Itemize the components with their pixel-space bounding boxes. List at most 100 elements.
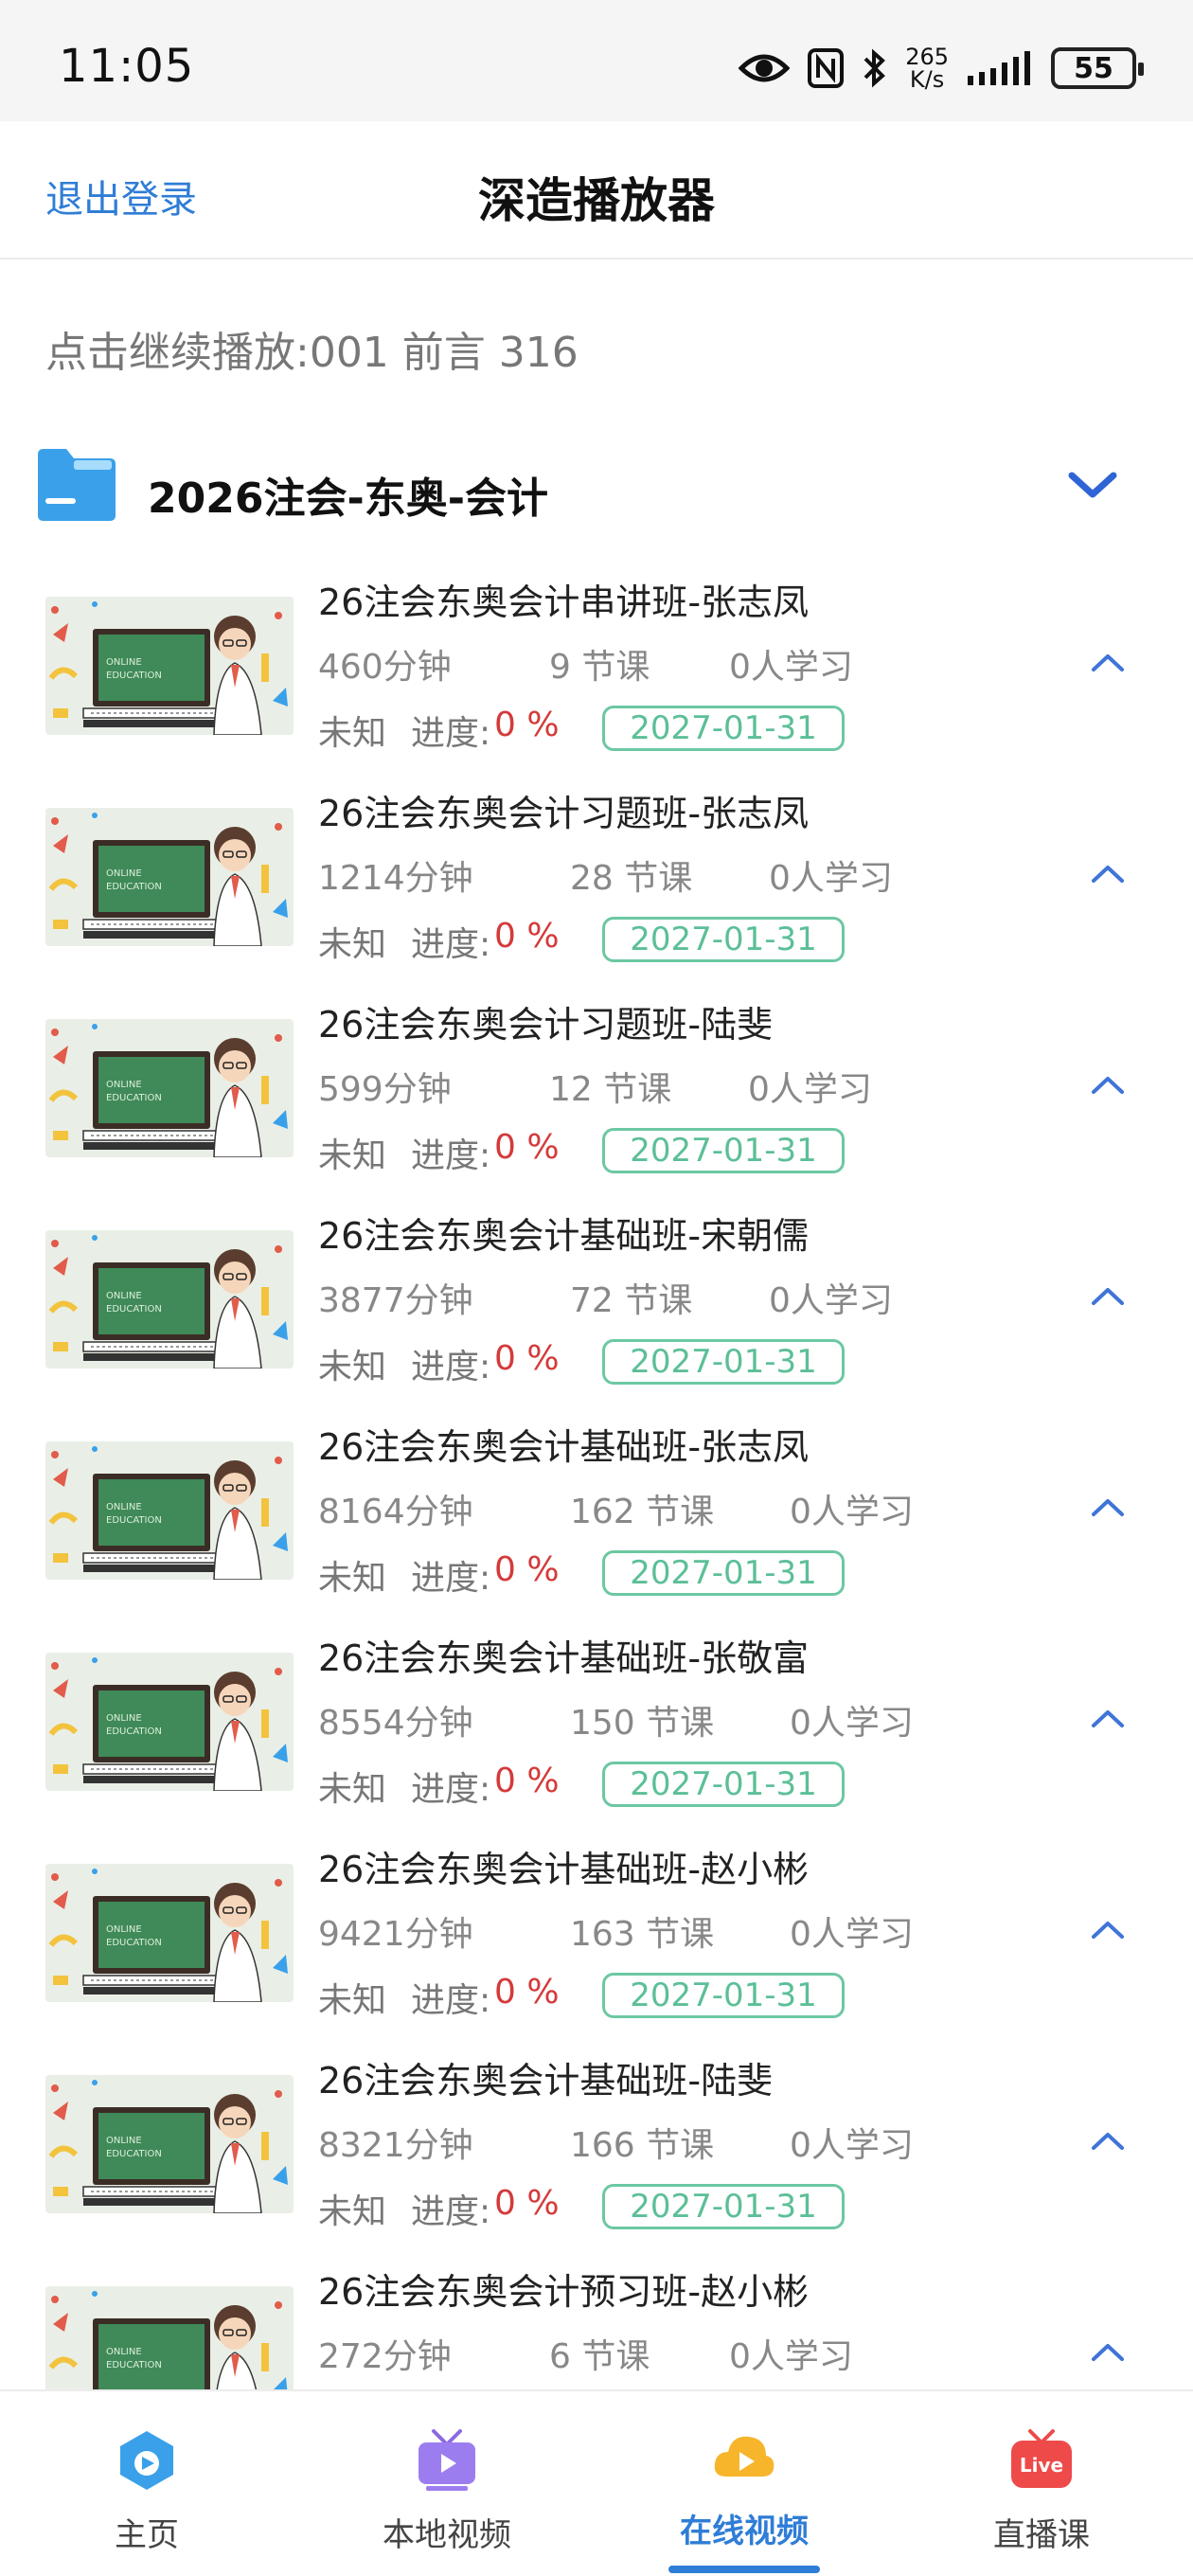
nav-online-video[interactable]: 在线视频 <box>626 2429 863 2551</box>
course-item[interactable]: ONLINE EDUCATION 26注会东奥会计串讲班-张志凤 460分钟 9 节… <box>0 564 1193 775</box>
course-progress-value: 0 % <box>494 1973 560 2012</box>
live-icon: Live <box>923 2429 1160 2496</box>
nfc-icon <box>807 47 845 89</box>
course-duration: 1214分钟 <box>318 859 473 898</box>
course-title: 26注会东奥会计基础班-宋朝儒 <box>318 1215 810 1257</box>
course-student-count: 0人学习 <box>769 1281 893 1320</box>
chevron-up-icon[interactable] <box>1089 2338 1127 2369</box>
chevron-up-icon[interactable] <box>1089 2127 1127 2157</box>
nav-live[interactable]: Live 直播课 <box>923 2429 1160 2555</box>
course-progress-value: 0 % <box>494 917 560 956</box>
course-expiry-badge: 2027-01-31 <box>602 1128 845 1173</box>
course-expiry-badge: 2027-01-31 <box>602 917 845 962</box>
active-tab-indicator <box>668 2566 820 2573</box>
chevron-up-icon[interactable] <box>1089 1916 1127 1946</box>
continue-playback-link[interactable]: 点击继续播放:001 前言 316 <box>45 318 579 379</box>
course-lesson-count: 9 节课 <box>549 648 650 687</box>
course-student-count: 0人学习 <box>769 859 893 898</box>
course-item[interactable]: ONLINE EDUCATION 26注会东奥会计习题班-张志凤 1214分钟 28… <box>0 775 1193 986</box>
network-speed: 265 K/s <box>905 45 949 91</box>
course-progress-label: 进度: <box>411 714 491 753</box>
nav-home[interactable]: 主页 <box>28 2429 265 2555</box>
nav-online-video-label: 在线视频 <box>680 2513 809 2550</box>
course-title: 26注会东奥会计串讲班-张志凤 <box>318 581 810 623</box>
chevron-up-icon[interactable] <box>1089 649 1127 679</box>
course-item[interactable]: ONLINE EDUCATION 26注会东奥会计基础班-张敬富 8554分钟 15… <box>0 1619 1193 1831</box>
folder-icon <box>34 445 119 527</box>
course-lesson-count: 72 节课 <box>570 1281 693 1320</box>
course-item[interactable]: ONLINE EDUCATION 26注会东奥会计习题班-陆斐 599分钟 12 节… <box>0 986 1193 1197</box>
course-thumbnail: ONLINE EDUCATION <box>45 1230 294 1368</box>
course-thumbnail: ONLINE EDUCATION <box>45 2075 294 2213</box>
eye-icon <box>739 49 791 87</box>
course-student-count: 0人学习 <box>790 2126 914 2165</box>
chevron-up-icon[interactable] <box>1089 1071 1127 1101</box>
nav-home-label: 主页 <box>115 2516 179 2554</box>
app-header: 退出登录 深造播放器 <box>0 121 1193 259</box>
course-item[interactable]: ONLINE EDUCATION 26注会东奥会计基础班-宋朝儒 3877分钟 72… <box>0 1197 1193 1408</box>
chevron-up-icon[interactable] <box>1089 1494 1127 1524</box>
course-status: 未知 <box>318 1981 387 2020</box>
battery-level: 55 <box>1074 51 1113 85</box>
bottom-navigation: 主页 本地视频 在线视频 Live 直播课 <box>0 2389 1193 2576</box>
course-progress-label: 进度: <box>411 1981 491 2020</box>
course-lesson-count: 12 节课 <box>549 1070 672 1109</box>
course-thumbnail: ONLINE EDUCATION <box>45 1441 294 1580</box>
network-speed-value: 265 <box>905 44 949 70</box>
course-duration: 599分钟 <box>318 1070 452 1109</box>
course-student-count: 0人学习 <box>729 2337 853 2376</box>
course-item[interactable]: ONLINE EDUCATION 26注会东奥会计基础班-张志凤 8164分钟 16… <box>0 1408 1193 1619</box>
course-item[interactable]: ONLINE EDUCATION 26注会东奥会计基础班-陆斐 8321分钟 166… <box>0 2042 1193 2253</box>
live-badge-text: Live <box>1020 2454 1063 2477</box>
thumbnail-text-line1: ONLINE <box>106 868 142 879</box>
course-thumbnail: ONLINE EDUCATION <box>45 808 294 946</box>
course-lesson-count: 150 节课 <box>570 1704 715 1743</box>
thumbnail-text-line1: ONLINE <box>106 2347 142 2357</box>
course-progress-label: 进度: <box>411 2192 491 2231</box>
status-time: 11:05 <box>59 40 195 93</box>
course-status: 未知 <box>318 2192 387 2231</box>
signal-icon <box>966 49 1034 87</box>
nav-local-video[interactable]: 本地视频 <box>329 2429 565 2555</box>
course-duration: 8321分钟 <box>318 2126 473 2165</box>
folder-row[interactable]: 2026注会-东奥-会计 <box>34 445 1161 530</box>
course-title: 26注会东奥会计习题班-陆斐 <box>318 1004 774 1046</box>
course-duration: 8164分钟 <box>318 1493 473 1531</box>
thumbnail-text-line1: ONLINE <box>106 2136 142 2146</box>
chevron-up-icon[interactable] <box>1089 1282 1127 1313</box>
thumbnail-text-line2: EDUCATION <box>106 671 162 681</box>
course-lesson-count: 166 节课 <box>570 2126 715 2165</box>
course-student-count: 0人学习 <box>790 1704 914 1743</box>
course-title: 26注会东奥会计习题班-张志凤 <box>318 793 810 834</box>
course-lesson-count: 6 节课 <box>549 2337 650 2376</box>
course-lesson-count: 28 节课 <box>570 859 693 898</box>
course-duration: 9421分钟 <box>318 1915 473 1954</box>
course-student-count: 0人学习 <box>729 648 853 687</box>
thumbnail-text-line2: EDUCATION <box>106 1093 162 1103</box>
course-progress-value: 0 % <box>494 1550 560 1589</box>
course-progress-value: 0 % <box>494 1339 560 1378</box>
page-title: 深造播放器 <box>478 173 715 228</box>
course-progress-label: 进度: <box>411 925 491 964</box>
course-expiry-badge: 2027-01-31 <box>602 706 845 751</box>
course-status: 未知 <box>318 1348 387 1386</box>
course-expiry-badge: 2027-01-31 <box>602 1339 845 1385</box>
course-title: 26注会东奥会计基础班-陆斐 <box>318 2060 774 2102</box>
chevron-down-icon[interactable] <box>1066 466 1119 508</box>
nav-live-label: 直播课 <box>993 2516 1090 2554</box>
course-progress-value: 0 % <box>494 2184 560 2223</box>
course-duration: 272分钟 <box>318 2337 452 2376</box>
chevron-up-icon[interactable] <box>1089 1705 1127 1735</box>
course-expiry-badge: 2027-01-31 <box>602 1973 845 2018</box>
course-item[interactable]: ONLINE EDUCATION 26注会东奥会计基础班-赵小彬 9421分钟 16… <box>0 1831 1193 2042</box>
course-duration: 8554分钟 <box>318 1704 473 1743</box>
course-status: 未知 <box>318 1559 387 1598</box>
thumbnail-text-line1: ONLINE <box>106 1502 142 1512</box>
course-thumbnail: ONLINE EDUCATION <box>45 1019 294 1157</box>
course-title: 26注会东奥会计预习班-赵小彬 <box>318 2271 810 2313</box>
thumbnail-text-line1: ONLINE <box>106 1291 142 1301</box>
course-student-count: 0人学习 <box>790 1915 914 1954</box>
thumbnail-text-line2: EDUCATION <box>106 2360 162 2370</box>
course-expiry-badge: 2027-01-31 <box>602 1550 845 1596</box>
chevron-up-icon[interactable] <box>1089 860 1127 890</box>
